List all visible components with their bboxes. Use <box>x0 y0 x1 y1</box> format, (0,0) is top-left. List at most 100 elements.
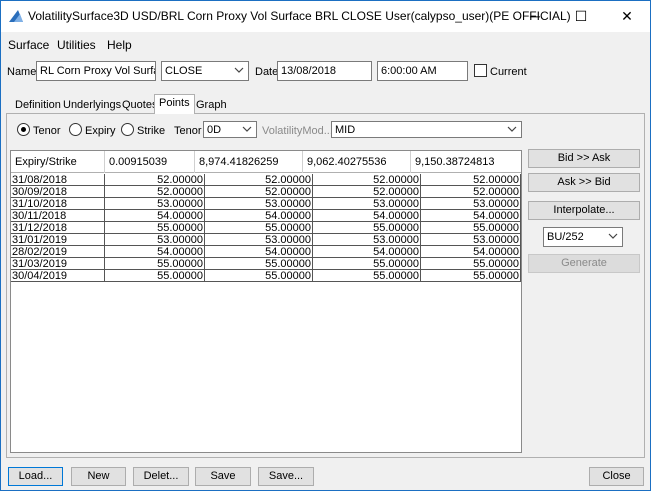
vol-cell[interactable]: 54.00000 <box>313 246 421 258</box>
vol-cell[interactable]: 52.00000 <box>105 174 205 186</box>
column-header[interactable]: 0.00915039 <box>105 151 195 173</box>
column-header[interactable]: Expiry/Strike <box>11 151 105 173</box>
expiry-cell[interactable]: 28/02/2019 <box>11 246 105 258</box>
expiry-cell[interactable]: 30/11/2018 <box>11 210 105 222</box>
tab-underlyings[interactable]: Underlyings <box>58 96 126 113</box>
vol-cell[interactable]: 55.00000 <box>205 258 313 270</box>
ask-to-bid-button[interactable]: Ask >> Bid <box>528 173 640 192</box>
name-field[interactable]: RL Corn Proxy Vol Surface <box>36 61 156 81</box>
expiry-cell[interactable]: 31/10/2018 <box>11 198 105 210</box>
new-button[interactable]: New <box>71 467 126 486</box>
bid-to-ask-button[interactable]: Bid >> Ask <box>528 149 640 168</box>
generate-button[interactable]: Generate <box>528 254 640 273</box>
vol-cell[interactable]: 52.00000 <box>205 174 313 186</box>
volatility-model-select[interactable]: MID <box>331 121 522 138</box>
menu-utilities[interactable]: Utilities <box>57 38 96 52</box>
expiry-cell[interactable]: 31/01/2019 <box>11 234 105 246</box>
vol-cell[interactable]: 54.00000 <box>313 210 421 222</box>
tab-graph[interactable]: Graph <box>191 96 232 113</box>
vol-cell[interactable]: 52.00000 <box>313 186 421 198</box>
table-row[interactable]: 31/08/2018 52.00000 52.00000 52.00000 52.000… <box>11 174 521 186</box>
points-grid[interactable]: Expiry/Strike 0.00915039 8,974.41826259 … <box>10 150 522 453</box>
column-header[interactable]: 8,974.41826259 <box>195 151 303 173</box>
table-row[interactable]: 31/01/2019 53.00000 53.00000 53.00000 53.000… <box>11 234 521 246</box>
vol-cell[interactable]: 52.00000 <box>105 186 205 198</box>
vol-cell[interactable]: 54.00000 <box>421 210 521 222</box>
menu-surface[interactable]: Surface <box>8 38 49 52</box>
vol-cell[interactable]: 53.00000 <box>421 234 521 246</box>
tab-points[interactable]: Points <box>154 94 195 114</box>
vol-cell[interactable]: 53.00000 <box>421 198 521 210</box>
expiry-cell[interactable]: 31/03/2019 <box>11 258 105 270</box>
vol-cell[interactable]: 55.00000 <box>205 270 313 282</box>
delete-button[interactable]: Delet... <box>133 467 189 486</box>
vol-cell[interactable]: 53.00000 <box>313 198 421 210</box>
vol-cell[interactable]: 53.00000 <box>313 234 421 246</box>
window-title: VolatilitySurface3D USD/BRL Corn Proxy V… <box>28 9 571 23</box>
expiry-cell[interactable]: 31/08/2018 <box>11 174 105 186</box>
save-as-button[interactable]: Save... <box>258 467 314 486</box>
interpolate-button[interactable]: Interpolate... <box>528 201 640 220</box>
vol-cell[interactable]: 55.00000 <box>421 258 521 270</box>
vol-cell[interactable]: 52.00000 <box>421 186 521 198</box>
vol-cell[interactable]: 54.00000 <box>105 246 205 258</box>
vol-cell[interactable]: 55.00000 <box>105 258 205 270</box>
vol-cell[interactable]: 55.00000 <box>105 270 205 282</box>
close-button[interactable]: Close <box>589 467 644 486</box>
vol-cell[interactable]: 54.00000 <box>205 246 313 258</box>
load-button[interactable]: Load... <box>8 467 63 486</box>
quote-set-select[interactable]: CLOSE <box>161 61 249 81</box>
surface-app-icon <box>9 10 23 22</box>
vol-cell[interactable]: 53.00000 <box>105 198 205 210</box>
vol-cell[interactable]: 53.00000 <box>105 234 205 246</box>
app-window: VolatilitySurface3D USD/BRL Corn Proxy V… <box>0 0 651 491</box>
maximize-button[interactable]: ☐ <box>558 1 604 32</box>
table-row[interactable]: 31/10/2018 53.00000 53.00000 53.00000 53.000… <box>11 198 521 210</box>
vol-cell[interactable]: 53.00000 <box>205 198 313 210</box>
vol-cell[interactable]: 55.00000 <box>421 270 521 282</box>
vol-cell[interactable]: 55.00000 <box>105 222 205 234</box>
column-header[interactable]: 9,062.40275536 <box>303 151 411 173</box>
save-button[interactable]: Save <box>195 467 251 486</box>
strike-radio[interactable] <box>121 123 134 136</box>
vol-cell[interactable]: 55.00000 <box>313 270 421 282</box>
table-row[interactable]: 31/03/2019 55.00000 55.00000 55.00000 55.000… <box>11 258 521 270</box>
table-row[interactable]: 31/12/2018 55.00000 55.00000 55.00000 55.000… <box>11 222 521 234</box>
expiry-cell[interactable]: 30/09/2018 <box>11 186 105 198</box>
tenor-radio[interactable] <box>17 123 30 136</box>
date-label: Date <box>255 66 279 78</box>
vol-cell[interactable]: 54.00000 <box>205 210 313 222</box>
quote-set-value: CLOSE <box>165 65 203 77</box>
vol-cell[interactable]: 53.00000 <box>205 234 313 246</box>
table-row[interactable]: 28/02/2019 54.00000 54.00000 54.00000 54.000… <box>11 246 521 258</box>
current-label: Current <box>490 66 527 78</box>
vol-cell[interactable]: 54.00000 <box>421 246 521 258</box>
close-window-button[interactable]: ✕ <box>604 1 650 32</box>
vol-cell[interactable]: 52.00000 <box>313 174 421 186</box>
column-header[interactable]: 9,150.38724813 <box>411 151 521 173</box>
expiry-radio-label: Expiry <box>85 125 116 137</box>
title-bar: VolatilitySurface3D USD/BRL Corn Proxy V… <box>1 1 650 32</box>
expiry-cell[interactable]: 31/12/2018 <box>11 222 105 234</box>
vol-cell[interactable]: 55.00000 <box>313 258 421 270</box>
expiry-radio[interactable] <box>69 123 82 136</box>
date-field[interactable]: 13/08/2018 <box>277 61 372 81</box>
vol-cell[interactable]: 54.00000 <box>105 210 205 222</box>
table-row[interactable]: 30/04/2019 55.00000 55.00000 55.00000 55.000… <box>11 270 521 282</box>
vol-cell[interactable]: 55.00000 <box>205 222 313 234</box>
table-row[interactable]: 30/09/2018 52.00000 52.00000 52.00000 52.000… <box>11 186 521 198</box>
expiry-cell[interactable]: 30/04/2019 <box>11 270 105 282</box>
vol-cell[interactable]: 55.00000 <box>313 222 421 234</box>
volatility-model-label: VolatilityMod... <box>262 125 333 137</box>
vol-cell[interactable]: 52.00000 <box>205 186 313 198</box>
daycount-select[interactable]: BU/252 <box>543 227 623 247</box>
current-checkbox[interactable] <box>474 64 487 77</box>
vol-cell[interactable]: 55.00000 <box>421 222 521 234</box>
menu-help[interactable]: Help <box>107 38 132 52</box>
minimize-button[interactable]: ─ <box>512 1 558 32</box>
tenor-select[interactable]: 0D <box>203 121 257 138</box>
table-row[interactable]: 30/11/2018 54.00000 54.00000 54.00000 54.000… <box>11 210 521 222</box>
vol-cell[interactable]: 52.00000 <box>421 174 521 186</box>
time-field[interactable]: 6:00:00 AM <box>377 61 468 81</box>
tenor-radio-label: Tenor <box>33 125 61 137</box>
